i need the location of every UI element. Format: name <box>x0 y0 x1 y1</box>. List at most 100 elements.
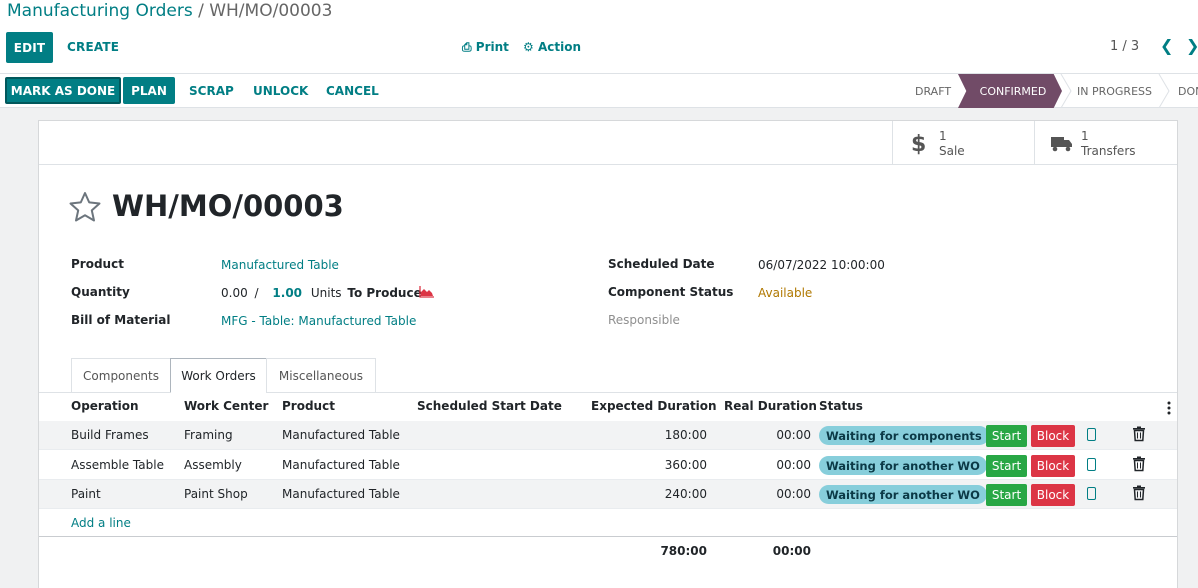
total-real-duration: 00:00 <box>772 544 811 558</box>
truck-icon <box>1051 137 1072 152</box>
optional-columns-icon[interactable] <box>1167 401 1171 415</box>
status-badge: Waiting for components <box>819 426 989 445</box>
column-real-duration[interactable]: Real Duration <box>724 399 817 413</box>
pager-next-icon[interactable]: ❯ <box>1186 36 1198 55</box>
breadcrumb: Manufacturing Orders / WH/MO/00003 <box>7 1 332 21</box>
product-label: Product <box>71 257 124 271</box>
uom-label: Units <box>310 286 342 300</box>
breadcrumb-separator: / <box>192 1 210 21</box>
tablet-icon[interactable] <box>1087 458 1096 471</box>
quantity-field: 0.00 / 1.00 Units To Produce <box>221 286 422 300</box>
cancel-button[interactable]: CANCEL <box>326 77 379 104</box>
table-footer-divider <box>39 536 1177 537</box>
qty-produced: 0.00 <box>221 286 248 300</box>
qty-to-produce[interactable]: 1.00 <box>272 286 302 300</box>
start-button[interactable]: Start <box>986 484 1027 506</box>
expected-duration-cell: 360:00 <box>664 458 707 472</box>
print-label: Print <box>475 40 509 54</box>
expected-duration-cell: 240:00 <box>664 487 707 501</box>
status-badge: Waiting for another WO <box>819 485 987 504</box>
breadcrumb-current: WH/MO/00003 <box>209 1 333 21</box>
block-button[interactable]: Block <box>1031 455 1075 477</box>
scrap-button[interactable]: SCRAP <box>189 77 234 104</box>
dollar-icon: $ <box>911 132 927 157</box>
stage-draft[interactable]: DRAFT <box>915 74 951 108</box>
stage-in-progress[interactable]: IN PROGRESS <box>1077 74 1152 108</box>
tab-components[interactable]: Components <box>71 358 171 393</box>
work-center-cell: Paint Shop <box>184 487 248 501</box>
plan-button[interactable]: PLAN <box>123 77 175 104</box>
pager-value[interactable]: 1 / 3 <box>1110 39 1139 54</box>
real-duration-cell: 00:00 <box>776 487 811 501</box>
product-cell: Manufactured Table <box>282 487 400 501</box>
column-expected-duration[interactable]: Expected Duration <box>591 399 717 413</box>
tablet-icon[interactable] <box>1087 428 1096 441</box>
component-status-value: Available <box>758 286 813 300</box>
control-panel: Manufacturing Orders / WH/MO/00003 EDIT … <box>0 0 1198 74</box>
stage-confirmed[interactable]: CONFIRMED <box>958 74 1062 108</box>
start-button[interactable]: Start <box>986 425 1027 447</box>
print-icon: ⎙ <box>462 40 472 54</box>
tablet-icon[interactable] <box>1087 487 1096 500</box>
column-scheduled-start[interactable]: Scheduled Start Date <box>417 399 562 413</box>
operation-cell: Paint <box>71 487 101 501</box>
tab-miscellaneous[interactable]: Miscellaneous <box>266 358 376 393</box>
transfers-smart-button[interactable]: 1 Transfers <box>1034 121 1176 165</box>
column-status[interactable]: Status <box>819 399 863 413</box>
operation-cell: Build Frames <box>71 428 149 442</box>
block-button[interactable]: Block <box>1031 484 1075 506</box>
bill-of-material-link[interactable]: MFG - Table: Manufactured Table <box>221 314 416 328</box>
trash-icon[interactable] <box>1132 485 1146 501</box>
add-a-line-link[interactable]: Add a line <box>71 516 131 530</box>
real-duration-cell: 00:00 <box>776 428 811 442</box>
favorite-star-icon[interactable] <box>69 191 101 223</box>
action-label: Action <box>537 40 581 54</box>
stage-separator-icon <box>1060 74 1072 108</box>
column-operation[interactable]: Operation <box>71 399 139 413</box>
print-menu-button[interactable]: ⎙ Print <box>462 40 509 55</box>
action-menu-button[interactable]: ⚙ Action <box>523 40 581 54</box>
status-badge: Waiting for another WO <box>819 456 987 475</box>
table-row[interactable]: Build Frames Framing Manufactured Table … <box>39 421 1177 450</box>
operation-cell: Assemble Table <box>71 458 164 472</box>
column-work-center[interactable]: Work Center <box>184 399 268 413</box>
quantity-label: Quantity <box>71 285 130 299</box>
product-link[interactable]: Manufactured Table <box>221 258 339 272</box>
breadcrumb-parent-link[interactable]: Manufacturing Orders <box>7 1 193 21</box>
scheduled-date-value[interactable]: 06/07/2022 10:00:00 <box>758 258 885 272</box>
bill-of-material-label: Bill of Material <box>71 313 171 327</box>
tab-work-orders[interactable]: Work Orders <box>170 358 267 393</box>
unlock-button[interactable]: UNLOCK <box>253 77 308 104</box>
qty-separator: / <box>254 286 259 300</box>
work-center-cell: Assembly <box>184 458 242 472</box>
table-row[interactable]: Paint Paint Shop Manufactured Table 240:… <box>39 480 1177 509</box>
table-row[interactable]: Assemble Table Assembly Manufactured Tab… <box>39 451 1177 480</box>
transfers-count: 1 <box>1081 129 1089 143</box>
transfers-label: Transfers <box>1081 144 1136 158</box>
edit-button[interactable]: EDIT <box>6 32 53 63</box>
trash-icon[interactable] <box>1132 456 1146 472</box>
responsible-label: Responsible <box>608 313 680 327</box>
sale-count: 1 <box>939 129 947 143</box>
trash-icon[interactable] <box>1132 426 1146 442</box>
start-button[interactable]: Start <box>986 455 1027 477</box>
create-button[interactable]: CREATE <box>67 40 119 54</box>
total-expected-duration: 780:00 <box>660 544 707 558</box>
product-cell: Manufactured Table <box>282 458 400 472</box>
expected-duration-cell: 180:00 <box>664 428 707 442</box>
sale-smart-button[interactable]: $ 1 Sale <box>892 121 1034 165</box>
area-chart-icon[interactable] <box>419 286 435 298</box>
sale-label: Sale <box>939 144 965 158</box>
mark-as-done-button[interactable]: MARK AS DONE <box>5 77 121 104</box>
form-statusbar: MARK AS DONE PLAN SCRAP UNLOCK CANCEL DR… <box>0 74 1198 108</box>
gear-icon: ⚙ <box>523 40 534 54</box>
real-duration-cell: 00:00 <box>776 458 811 472</box>
pager-previous-icon[interactable]: ❮ <box>1160 36 1173 55</box>
record-title: WH/MO/00003 <box>112 189 344 223</box>
work-center-cell: Framing <box>184 428 233 442</box>
form-sheet: $ 1 Sale 1 Transfers WH/MO/00003 Product… <box>38 120 1178 588</box>
stage-done[interactable]: DONE <box>1178 74 1198 108</box>
to-produce-label: To Produce <box>347 286 422 300</box>
column-product[interactable]: Product <box>282 399 335 413</box>
block-button[interactable]: Block <box>1031 425 1075 447</box>
